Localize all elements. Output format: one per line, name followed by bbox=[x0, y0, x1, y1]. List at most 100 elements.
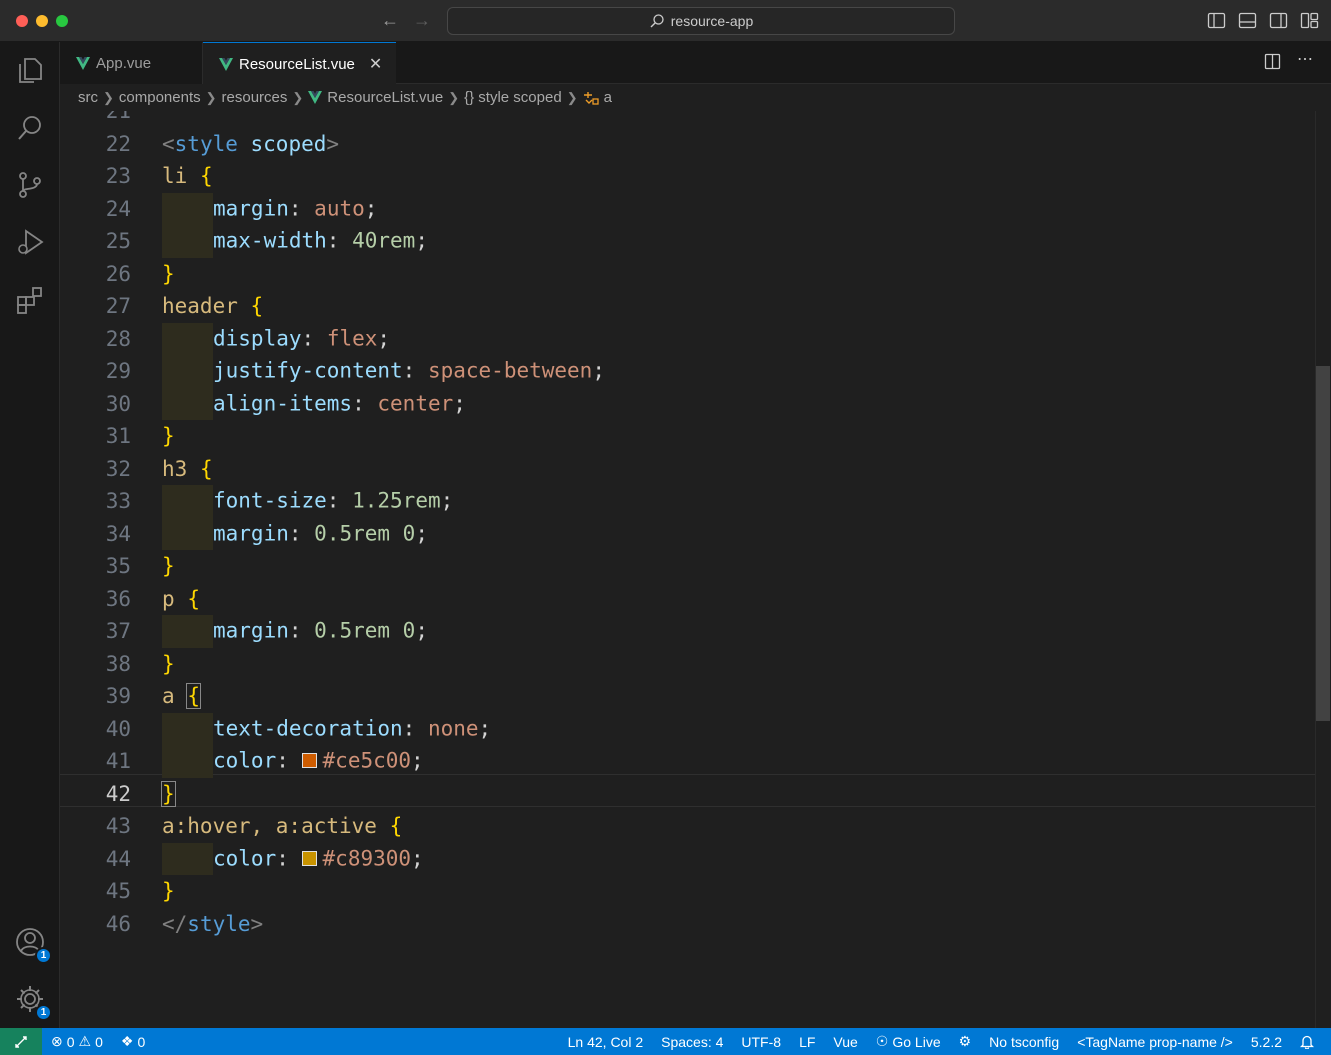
vue-file-icon bbox=[308, 91, 323, 104]
extensions-icon[interactable] bbox=[14, 284, 46, 316]
chevron-right-icon: ❯ bbox=[292, 89, 304, 105]
tsconfig-status[interactable]: No tsconfig bbox=[980, 1034, 1068, 1050]
code-line: 25 max-width: 40rem; bbox=[60, 225, 1315, 258]
explorer-icon[interactable] bbox=[14, 54, 46, 86]
breadcrumb-item[interactable]: resources bbox=[222, 89, 288, 106]
typescript-version[interactable]: 5.2.2 bbox=[1242, 1034, 1291, 1050]
code-line: 44 color: #c89300; bbox=[60, 842, 1315, 875]
notifications-bell-icon[interactable] bbox=[1291, 1034, 1323, 1049]
toggle-panel-icon[interactable] bbox=[1238, 11, 1257, 30]
code-line: 30 align-items: center; bbox=[60, 387, 1315, 420]
color-swatch[interactable] bbox=[301, 850, 317, 866]
toggle-primary-sidebar-icon[interactable] bbox=[1207, 11, 1226, 30]
code-line: 39 a { bbox=[60, 680, 1315, 713]
accounts-badge: 1 bbox=[35, 947, 52, 964]
tab-app-vue[interactable]: App.vue bbox=[60, 42, 203, 84]
indentation-status[interactable]: Spaces: 4 bbox=[652, 1034, 732, 1050]
cursor-position[interactable]: Ln 42, Col 2 bbox=[559, 1034, 653, 1050]
line-number: 31 bbox=[105, 424, 131, 449]
breadcrumb-item[interactable]: src bbox=[78, 89, 98, 106]
code-line: 45 } bbox=[60, 875, 1315, 908]
vue-file-icon bbox=[219, 57, 233, 71]
code-line: 26 } bbox=[60, 258, 1315, 291]
code-line: 40 text-decoration: none; bbox=[60, 712, 1315, 745]
color-swatch[interactable] bbox=[301, 753, 317, 769]
line-number: 24 bbox=[105, 196, 131, 221]
line-number: 26 bbox=[105, 261, 131, 286]
remote-indicator[interactable] bbox=[0, 1028, 42, 1055]
breadcrumb: src ❯ components ❯ resources ❯ ResourceL… bbox=[60, 84, 1331, 111]
problems-status[interactable]: ⊗ 0 ⚠ 0 bbox=[42, 1033, 112, 1050]
line-number: 40 bbox=[105, 716, 131, 741]
code-line: 24 margin: auto; bbox=[60, 192, 1315, 225]
toggle-secondary-sidebar-icon[interactable] bbox=[1269, 11, 1288, 30]
manage-gear-icon[interactable]: 1 bbox=[14, 983, 52, 1021]
go-live-button[interactable]: ☉ Go Live bbox=[867, 1033, 950, 1050]
error-count: 0 bbox=[66, 1033, 75, 1050]
line-number: 34 bbox=[105, 521, 131, 546]
minimize-window-button[interactable] bbox=[36, 15, 48, 27]
search-icon bbox=[650, 14, 664, 28]
close-window-button[interactable] bbox=[16, 15, 28, 27]
line-number: 29 bbox=[105, 359, 131, 384]
warning-count: 0 bbox=[95, 1033, 103, 1050]
title-bar: ← → resource-app bbox=[0, 0, 1331, 42]
line-number: 36 bbox=[105, 586, 131, 611]
chevron-right-icon: ❯ bbox=[205, 89, 217, 105]
ports-status[interactable]: ❖ 0 bbox=[112, 1033, 154, 1050]
run-and-debug-icon[interactable] bbox=[14, 226, 46, 258]
line-number: 28 bbox=[105, 326, 131, 351]
line-number: 33 bbox=[105, 489, 131, 514]
warning-icon: ⚠ bbox=[78, 1033, 92, 1049]
activity-bar: 1 1 bbox=[0, 42, 60, 1028]
code-line: 21 bbox=[60, 111, 1315, 128]
source-control-icon[interactable] bbox=[14, 169, 46, 201]
code-line: 31 } bbox=[60, 420, 1315, 453]
accounts-icon[interactable]: 1 bbox=[14, 926, 52, 964]
language-mode[interactable]: Vue bbox=[824, 1034, 866, 1050]
back-arrow-icon[interactable]: ← bbox=[381, 10, 399, 30]
code-line: 36 p { bbox=[60, 583, 1315, 616]
line-number: 46 bbox=[105, 911, 131, 936]
breadcrumb-item[interactable]: ResourceList.vue bbox=[327, 89, 443, 106]
code-line: 38 } bbox=[60, 648, 1315, 681]
code-line: 22 <style scoped> bbox=[60, 128, 1315, 161]
code-editor[interactable]: 21 22 <style scoped> 23 li { 24 margin: … bbox=[60, 111, 1331, 1028]
close-tab-icon[interactable]: ✕ bbox=[369, 54, 382, 74]
customize-layout-icon[interactable] bbox=[1300, 11, 1319, 30]
code-line: 32 h3 { bbox=[60, 453, 1315, 486]
line-number: 30 bbox=[105, 391, 131, 416]
code-line: 34 margin: 0.5rem 0; bbox=[60, 517, 1315, 550]
zoom-window-button[interactable] bbox=[56, 15, 68, 27]
search-icon[interactable] bbox=[14, 112, 46, 144]
code-line: 28 display: flex; bbox=[60, 322, 1315, 355]
editor-tab-bar: App.vue ResourceList.vue ✕ ⋯ bbox=[60, 42, 1331, 85]
settings-badge: 1 bbox=[35, 1004, 52, 1021]
line-number: 44 bbox=[105, 846, 131, 871]
encoding-status[interactable]: UTF-8 bbox=[732, 1034, 790, 1050]
tag-name-casing[interactable]: <TagName prop-name /> bbox=[1068, 1034, 1242, 1050]
code-line: 33 font-size: 1.25rem; bbox=[60, 485, 1315, 518]
breadcrumb-item[interactable]: components bbox=[119, 89, 201, 106]
remote-icon bbox=[15, 1035, 27, 1048]
vue-status-icon[interactable]: ⚙ bbox=[950, 1033, 981, 1050]
symbol-tag-icon bbox=[583, 91, 599, 105]
line-number: 39 bbox=[105, 684, 131, 709]
ports-count: 0 bbox=[137, 1033, 146, 1050]
line-number: 25 bbox=[105, 229, 131, 254]
code-line: 41 color: #ce5c00; bbox=[60, 745, 1315, 778]
code-line: 27 header { bbox=[60, 290, 1315, 323]
command-center-search[interactable]: resource-app bbox=[447, 7, 955, 35]
tab-resourcelist-vue[interactable]: ResourceList.vue ✕ bbox=[203, 42, 396, 85]
scrollbar-thumb[interactable] bbox=[1316, 366, 1330, 721]
line-number: 21 bbox=[105, 111, 131, 124]
breadcrumb-item[interactable]: {} style scoped bbox=[464, 89, 562, 106]
breadcrumb-item[interactable]: a bbox=[604, 89, 612, 106]
vertical-scrollbar[interactable] bbox=[1315, 111, 1331, 1028]
broadcast-icon: ❖ bbox=[120, 1033, 134, 1049]
forward-arrow-icon[interactable]: → bbox=[413, 10, 431, 30]
eol-status[interactable]: LF bbox=[790, 1034, 824, 1050]
split-editor-icon[interactable] bbox=[1264, 53, 1281, 75]
more-actions-icon[interactable]: ⋯ bbox=[1297, 52, 1313, 75]
command-center-label: resource-app bbox=[670, 13, 754, 29]
